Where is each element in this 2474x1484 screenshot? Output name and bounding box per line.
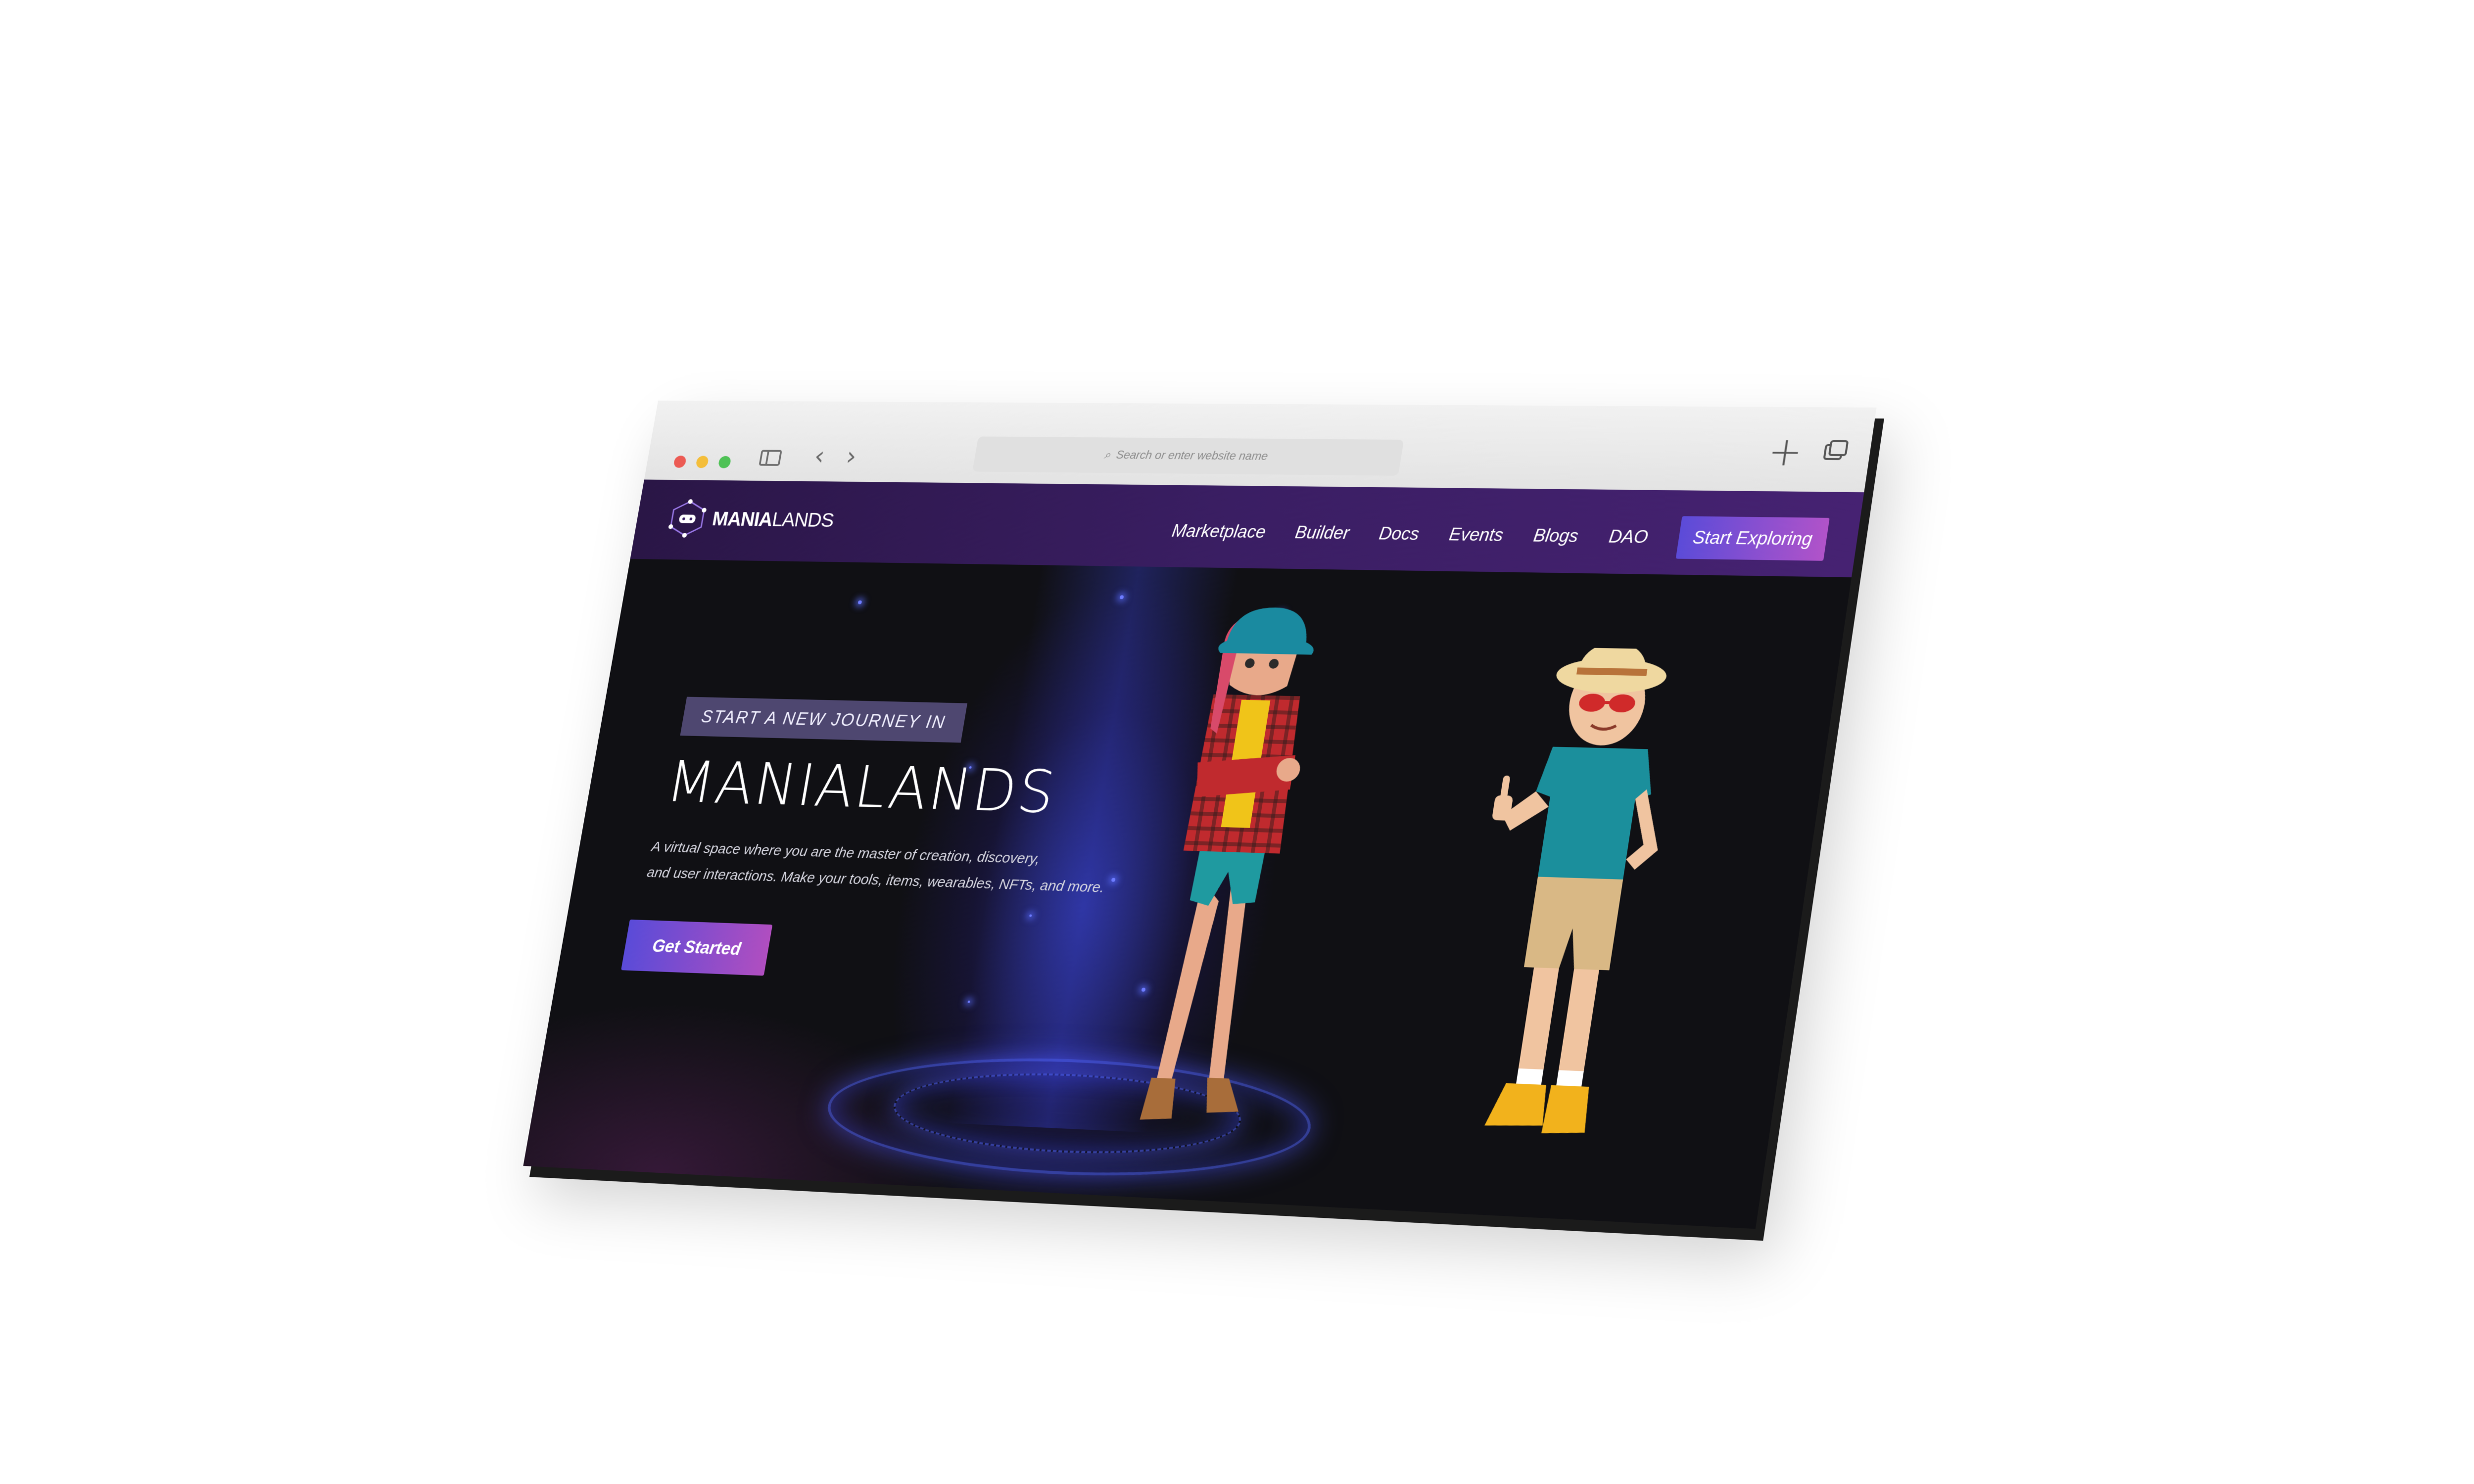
nav-builder[interactable]: Builder (1293, 522, 1351, 544)
minimize-window-button[interactable] (695, 456, 710, 468)
nav-docs[interactable]: Docs (1378, 523, 1421, 544)
window-controls (673, 456, 732, 468)
logo-icon (665, 499, 710, 538)
address-placeholder: Search or enter website name (1115, 448, 1269, 463)
nav-dao[interactable]: DAO (1608, 526, 1650, 548)
stage: ‹ › ⌕ Search or enter website name + MAN… (0, 0, 2474, 1484)
forward-arrow-icon[interactable]: › (844, 441, 859, 471)
close-window-button[interactable] (673, 456, 687, 468)
search-icon: ⌕ (1103, 448, 1112, 462)
address-bar[interactable]: ⌕ Search or enter website name (972, 436, 1404, 476)
site-logo[interactable]: MANIALANDS (665, 499, 837, 540)
nav-events[interactable]: Events (1448, 524, 1505, 546)
avatar-boy-illustration (1484, 646, 1669, 1135)
hero-title: MANIALANDS (662, 748, 1062, 827)
back-arrow-icon[interactable]: ‹ (812, 441, 827, 470)
browser-window: ‹ › ⌕ Search or enter website name + MAN… (523, 400, 1877, 1229)
get-started-button[interactable]: Get Started (621, 919, 773, 976)
browser-toolbar: ‹ › ⌕ Search or enter website name + (644, 400, 1877, 494)
tabs-overview-icon[interactable] (1823, 440, 1849, 461)
logo-text: MANIALANDS (711, 507, 836, 531)
nav-marketplace[interactable]: Marketplace (1171, 521, 1267, 542)
star-particle (857, 600, 862, 604)
nav-links: Marketplace Builder Docs Events Blogs DA… (1169, 510, 1830, 561)
hero-tagline: START A NEW JOURNEY IN (680, 696, 968, 743)
new-tab-icon[interactable]: + (1765, 429, 1806, 475)
sidebar-toggle-icon[interactable] (759, 450, 782, 466)
start-exploring-button[interactable]: Start Exploring (1675, 516, 1830, 561)
nav-blogs[interactable]: Blogs (1532, 525, 1580, 547)
hero-section: START A NEW JOURNEY IN MANIALANDS A virt… (523, 558, 1852, 1229)
maximize-window-button[interactable] (717, 456, 732, 468)
